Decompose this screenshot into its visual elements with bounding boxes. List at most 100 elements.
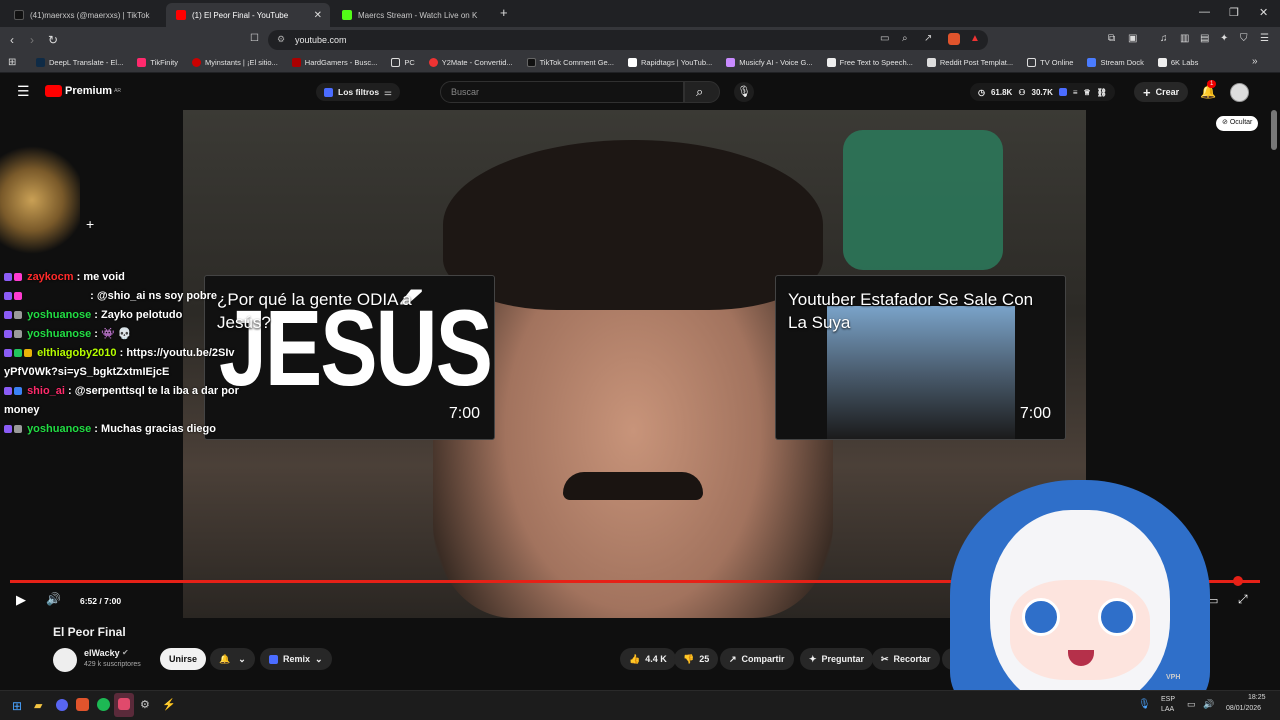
app2-icon[interactable]: ⚡ [162, 698, 176, 711]
bookmark-item[interactable]: 6K Labs [1157, 58, 1198, 67]
bookmark-folder[interactable]: TV Online [1027, 58, 1073, 67]
music-icon[interactable]: ♫ [1160, 33, 1168, 44]
brave-shield-icon[interactable] [948, 33, 960, 45]
volume-icon[interactable]: 🔊 [46, 592, 61, 606]
discord-icon[interactable] [56, 699, 68, 711]
avatar[interactable] [1230, 83, 1249, 102]
stats-widget[interactable]: ◷ 61.8K ⚇ 30.7K ≡ ♕ ⛓ [970, 83, 1115, 101]
tiktok-icon [14, 10, 24, 20]
minimize-icon[interactable]: — [1199, 6, 1210, 18]
link-icon: ⛓ [1096, 87, 1107, 97]
endcard-video-2[interactable]: Youtuber Estafador Se Sale Con La Suya 7… [775, 275, 1066, 440]
join-button[interactable]: Unirse [160, 648, 207, 670]
keyboard-layout[interactable]: LAA [1161, 706, 1174, 713]
bookmark-item[interactable]: Myinstants | ¡El sitio... [191, 58, 278, 67]
youtube-logo[interactable]: Premium AR [45, 85, 121, 97]
channel-name[interactable]: elWacky [84, 648, 120, 658]
windows-start-icon[interactable]: ⊞ [12, 699, 22, 713]
menu-icon[interactable]: ☰ [1260, 33, 1269, 44]
fullscreen-icon[interactable]: ⤢ [1238, 592, 1248, 607]
settings-icon[interactable]: ⚙ [140, 698, 150, 711]
bookmark-label: Myinstants | ¡El sitio... [204, 58, 278, 67]
more-bookmarks-icon[interactable]: » [1252, 56, 1258, 67]
bookmark-item[interactable]: Stream Dock [1087, 58, 1144, 67]
tab-kick[interactable]: Maercs Stream - Watch Live on K [332, 3, 492, 27]
bookmark-item[interactable]: Rapidtags | YouTub... [627, 58, 712, 67]
search-placeholder: Buscar [451, 87, 480, 97]
bookmark-icon[interactable]: ☐ [250, 33, 259, 44]
endcard-video-1[interactable]: JESÚS ¿Por qué la gente ODIA a Jesús? 7:… [204, 275, 495, 440]
bookmark-item[interactable]: Y2Mate - Convertid... [428, 58, 513, 67]
create-button[interactable]: + Crear [1134, 82, 1189, 102]
tab-tiktok[interactable]: (41)maerxxs (@maerxxs) | TikTok [4, 3, 164, 27]
bookmark-folder[interactable]: PC [391, 58, 415, 67]
badge-icon [4, 425, 12, 433]
stat-views: 61.8K [990, 87, 1013, 97]
bookmark-item[interactable]: TikTok Comment Ge... [526, 58, 614, 67]
wallet-icon[interactable]: ▣ [1128, 33, 1137, 44]
extensions-icon[interactable]: ⧉ [1108, 33, 1115, 44]
close-tab-icon[interactable]: ✕ [314, 10, 322, 21]
channel-avatar[interactable] [53, 648, 77, 672]
clip-label: Recortar [893, 654, 931, 664]
mic-tray-icon[interactable]: 🎙 [1138, 699, 1151, 710]
forward-icon[interactable]: › [30, 33, 34, 47]
filters-button[interactable]: Los filtros ⚌ [316, 83, 400, 101]
chat-text: @shio_ai ns soy pobre [96, 290, 217, 302]
reload-icon[interactable]: ↻ [48, 33, 58, 47]
clock-date[interactable]: 08/01/2026 [1226, 705, 1261, 712]
network-icon[interactable]: ▭ [1187, 699, 1196, 710]
heart-badge-icon [14, 273, 22, 281]
wallet2-icon[interactable]: ▤ [1200, 33, 1209, 44]
new-tab-icon[interactable]: + [500, 5, 508, 20]
back-icon[interactable]: ‹ [10, 33, 14, 47]
vpn-icon[interactable]: ⛉ [1240, 33, 1248, 44]
bookmark-item[interactable]: TikFinity [137, 58, 178, 67]
bookmark-item[interactable]: Musicfy AI - Voice G... [726, 58, 813, 67]
subscribe-bell-button[interactable]: 🔔 ⌄ [210, 648, 255, 670]
endcard-title: ¿Por qué la gente ODIA a Jesús? [217, 290, 412, 332]
restore-icon[interactable]: ❐ [1229, 6, 1239, 19]
hide-button[interactable]: ⊘ Ocultar [1216, 116, 1259, 131]
bookmark-item[interactable]: Free Text to Speech... [826, 58, 913, 67]
clock-time[interactable]: 18:25 [1248, 694, 1266, 701]
speaker-icon[interactable]: 🔊 [1203, 699, 1214, 710]
tab-youtube[interactable]: (1) El Peor Final - YouTube ✕ [166, 3, 330, 27]
scrollbar-thumb[interactable] [1271, 110, 1277, 150]
microphone-icon[interactable]: 🎙 [734, 82, 754, 102]
play-icon[interactable]: ▶ [16, 592, 26, 608]
list-icon: ≡ [1072, 87, 1078, 97]
dislike-button[interactable]: 👎 25 [674, 648, 719, 670]
close-window-icon[interactable]: ✕ [1259, 6, 1268, 19]
chat-username: yoshuanose [27, 309, 92, 321]
logo-text: Premium [65, 85, 113, 97]
like-button[interactable]: 👍 4.4 K [620, 648, 676, 670]
apps-icon[interactable]: ⊞ [8, 57, 16, 68]
bookmark-item[interactable]: Reddit Post Templat... [926, 58, 1013, 67]
site-info-icon[interactable]: ⚙ [277, 34, 285, 45]
progress-scrubber[interactable] [1233, 576, 1243, 586]
hamburger-menu-icon[interactable]: ☰ [17, 83, 30, 100]
brave-icon[interactable] [76, 698, 89, 711]
brave-rewards-icon[interactable]: ▲ [970, 33, 980, 44]
search-button[interactable]: ⌕ [684, 81, 720, 103]
leo-icon[interactable]: ✦ [1220, 33, 1228, 44]
subscribers-icon: ⚇ [1018, 87, 1026, 97]
ask-button[interactable]: ✦ Preguntar [800, 648, 874, 670]
remix-button[interactable]: Remix ⌄ [260, 648, 332, 670]
file-explorer-icon[interactable]: ▰ [34, 699, 42, 712]
language-code[interactable]: ESP [1161, 696, 1175, 703]
share-button[interactable]: ↗ Compartir [720, 648, 794, 670]
bookmark-label: TikFinity [150, 58, 178, 67]
zoom-icon[interactable]: ⌕ [902, 33, 908, 44]
omnibox[interactable]: ⚙ youtube.com ▭ ⌕ ↗ ▲ [268, 30, 988, 50]
app-icon[interactable] [118, 698, 130, 710]
cast-icon[interactable]: ▭ [880, 33, 889, 44]
sidebar-icon[interactable]: ▥ [1180, 33, 1189, 44]
bookmark-item[interactable]: HardGamers - Busc... [291, 58, 377, 67]
share-icon[interactable]: ↗ [924, 33, 932, 44]
spotify-icon[interactable] [97, 698, 110, 711]
bookmark-item[interactable]: DeepL Translate - El... [36, 58, 123, 67]
share-label: Compartir [741, 654, 785, 664]
search-input[interactable]: Buscar [440, 81, 684, 103]
